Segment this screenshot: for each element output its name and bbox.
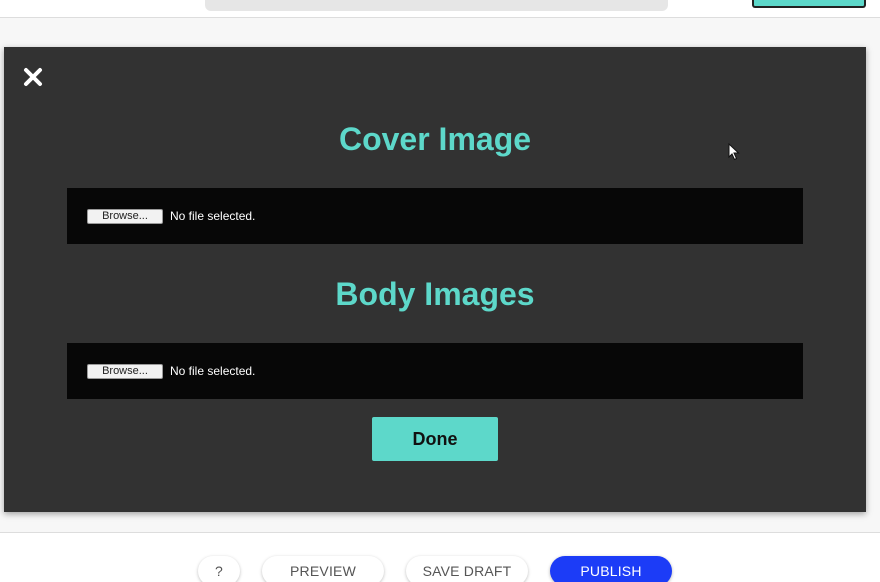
publish-button[interactable]: PUBLISH [550, 556, 672, 582]
save-draft-button[interactable]: SAVE DRAFT [406, 556, 528, 582]
body-browse-button[interactable]: Browse... [87, 363, 163, 379]
help-button[interactable]: ? [198, 556, 240, 582]
close-icon [24, 68, 42, 86]
body-images-title: Body Images [335, 276, 535, 312]
body-images-file-input: Browse... No file selected. [67, 343, 803, 399]
preview-button[interactable]: PREVIEW [262, 556, 384, 582]
body-file-status: No file selected. [170, 364, 256, 378]
page: Cover Image Browse... No file selected. … [0, 0, 880, 582]
cover-browse-button[interactable]: Browse... [87, 208, 163, 224]
top-search-field[interactable] [205, 0, 668, 11]
close-button[interactable] [20, 64, 46, 90]
done-button[interactable]: Done [372, 417, 498, 461]
cover-file-status: No file selected. [170, 209, 256, 223]
mouse-cursor-icon [728, 143, 740, 161]
cover-image-file-input: Browse... No file selected. [67, 188, 803, 244]
top-action-button[interactable] [752, 0, 866, 8]
